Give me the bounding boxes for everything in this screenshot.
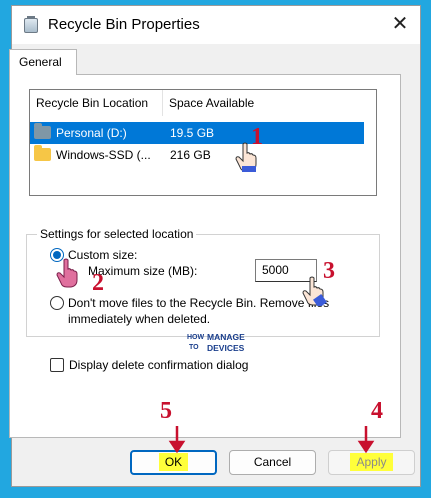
- recycle-bin-icon: [24, 16, 38, 33]
- folder-gray-icon: [34, 123, 51, 139]
- pointing-hand-icon: [302, 276, 327, 306]
- confirm-dialog-label: Display delete confirmation dialog: [69, 358, 249, 372]
- pointing-hand-icon: [235, 142, 257, 172]
- pointing-hand-icon: [56, 258, 78, 288]
- annotation-number-5: 5: [160, 398, 172, 424]
- svg-text:DEVICES: DEVICES: [207, 343, 245, 353]
- cancel-button[interactable]: Cancel: [229, 450, 316, 475]
- list-row-windows-ssd[interactable]: Windows-SSD (... 216 GB: [30, 144, 376, 166]
- dont-move-label-line2: immediately when deleted.: [68, 312, 211, 326]
- ok-button[interactable]: OK: [130, 450, 217, 475]
- howto-manage-devices-logo: HOW TO MANAGE DEVICES: [185, 328, 259, 356]
- list-header: Recycle Bin Location Space Available: [30, 90, 376, 116]
- ok-label: OK: [158, 453, 189, 471]
- column-header-location[interactable]: Recycle Bin Location: [30, 90, 163, 116]
- title-bar: Recycle Bin Properties ✕: [12, 6, 420, 44]
- window-title: Recycle Bin Properties: [48, 16, 200, 33]
- annotation-number-2: 2: [92, 270, 104, 296]
- row-location: Windows-SSD (...: [56, 148, 151, 162]
- max-size-label: Maximum size (MB):: [88, 264, 198, 278]
- row-location: Personal (D:): [56, 126, 127, 140]
- apply-label: Apply: [350, 453, 393, 471]
- svg-text:MANAGE: MANAGE: [207, 332, 245, 342]
- confirm-dialog-checkbox[interactable]: [50, 358, 64, 372]
- annotation-number-4: 4: [371, 398, 383, 424]
- svg-text:HOW: HOW: [187, 334, 205, 341]
- list-row-personal[interactable]: Personal (D:) 19.5 GB: [30, 122, 364, 144]
- tab-general[interactable]: General: [9, 49, 77, 75]
- dont-move-label-line1: Don't move files to the Recycle Bin. Rem…: [68, 296, 330, 310]
- folder-yellow-icon: [34, 145, 51, 161]
- column-header-space[interactable]: Space Available: [163, 90, 323, 116]
- apply-button[interactable]: Apply: [328, 450, 415, 475]
- close-button[interactable]: ✕: [380, 6, 420, 44]
- row-space: 19.5 GB: [170, 126, 215, 140]
- dont-move-radio[interactable]: [50, 296, 64, 310]
- svg-text:TO: TO: [189, 344, 199, 351]
- recycle-bin-location-list[interactable]: Recycle Bin Location Space Available Per…: [29, 89, 377, 196]
- settings-legend: Settings for selected location: [37, 227, 197, 241]
- row-space: 216 GB: [170, 148, 211, 162]
